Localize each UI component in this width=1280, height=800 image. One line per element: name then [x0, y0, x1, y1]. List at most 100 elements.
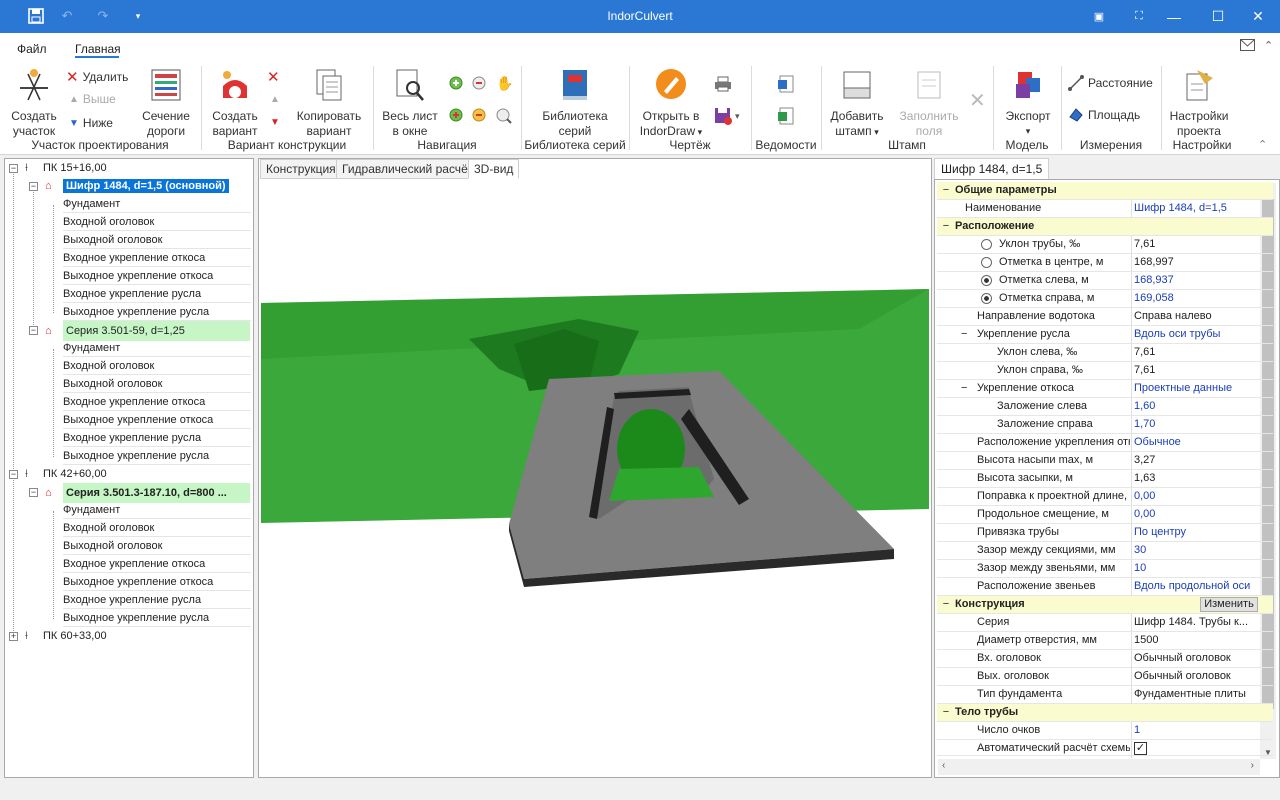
minimize-button[interactable]: — [1152, 0, 1196, 33]
prop-row[interactable]: Тип фундамента Фундаментные плиты [937, 686, 1273, 704]
ribbon-expand-icon[interactable]: ⌃ [1264, 39, 1273, 52]
prop-row[interactable]: Уклон трубы, ‰ 7,61 [937, 236, 1273, 254]
prop-row[interactable]: Отметка в центре, м 168,997 [937, 254, 1273, 272]
prop-row[interactable]: Направление водотока Справа налево [937, 308, 1273, 326]
tree-variant-1[interactable]: ⌂ Шифр 1484, d=1,5 (основной) [45, 177, 229, 195]
collapse-toggle[interactable]: − [9, 470, 18, 479]
tab-construction[interactable]: Конструкция [260, 159, 342, 179]
prop-row[interactable]: − Укрепление русла Вдоль оси трубы [937, 326, 1273, 344]
radio-icon[interactable] [981, 239, 992, 250]
tree-variant-2[interactable]: ⌂ Серия 3.501-59, d=1,25 [45, 321, 250, 341]
tree-child[interactable]: Входной оголовок [63, 357, 251, 375]
prop-row[interactable]: Высота засыпки, м 1,63 [937, 470, 1273, 488]
move-down-button[interactable]: ▼ Ниже [69, 116, 113, 130]
print-icon[interactable] [714, 76, 732, 95]
move-up-button[interactable]: ▲ Выше [69, 92, 116, 106]
tab-properties[interactable]: Шифр 1484, d=1,5 [934, 158, 1050, 179]
prop-row[interactable]: Высота насыпи max, м 3,27 [937, 452, 1273, 470]
category-construction[interactable]: − Конструкция Изменить [937, 596, 1273, 614]
collapse-toggle[interactable]: − [29, 488, 38, 497]
expand-toggle[interactable]: + [9, 632, 18, 641]
prop-row[interactable]: Вх. оголовок Обычный оголовок [937, 650, 1273, 668]
prop-row[interactable]: Зазор между секциями, мм 30 [937, 542, 1273, 560]
checkbox-checked[interactable]: ✓ [1134, 742, 1147, 755]
tree-station-pk3[interactable]: ⟊ ПК 60+33,00 [25, 627, 107, 645]
copy-variant-button[interactable]: Копировать вариант [292, 68, 366, 139]
prop-row[interactable]: Уклон справа, ‰ 7,61 [937, 362, 1273, 380]
horizontal-scrollbar[interactable]: ‹ › [938, 759, 1260, 775]
delete-variant-button[interactable]: ✕ [267, 68, 280, 86]
prop-row[interactable]: Вых. оголовок Обычный оголовок [937, 668, 1273, 686]
radio-checked-icon[interactable] [981, 275, 992, 286]
delete-section-button[interactable]: ✕ Удалить [66, 68, 128, 86]
variant-up-button[interactable]: ▲ [270, 94, 280, 105]
distance-button[interactable]: Расстояние [1068, 75, 1153, 91]
prop-row[interactable]: Уклон слева, ‰ 7,61 [937, 344, 1273, 362]
tree-child[interactable]: Входное укрепление откоса [63, 555, 251, 573]
zoom-in-icon[interactable] [449, 76, 465, 95]
tree-child[interactable]: Выходное укрепление русла [63, 447, 251, 465]
project-settings-button[interactable]: Настройки проекта [1166, 68, 1232, 139]
zoom-extents-icon[interactable] [449, 108, 465, 127]
collapse-toggle[interactable]: − [29, 182, 38, 191]
pan-hand-icon[interactable]: ✋ [496, 75, 513, 92]
fill-fields-button[interactable]: Заполнить поля [894, 68, 964, 139]
prop-row[interactable]: Отметка справа, м 169,058 [937, 290, 1273, 308]
tree-child[interactable]: Входной оголовок [63, 213, 251, 231]
tab-hydraulic[interactable]: Гидравлический расчёт [336, 159, 480, 179]
create-variant-button[interactable]: Создать вариант [208, 68, 262, 139]
collapse-toggle[interactable]: − [9, 164, 18, 173]
prop-row[interactable]: − Укрепление откоса Проектные данные [937, 380, 1273, 398]
prop-row[interactable]: Диаметр отверстия, мм 1500 [937, 632, 1273, 650]
prop-row[interactable]: Наименование Шифр 1484, d=1,5 [937, 200, 1273, 218]
prop-row[interactable]: Отметка слева, м 168,937 [937, 272, 1273, 290]
tree-child[interactable]: Выходное укрепление русла [63, 609, 251, 627]
help-icon[interactable]: ▣ [1077, 0, 1121, 33]
prop-row[interactable]: Заложение справа 1,70 [937, 416, 1273, 434]
tree-child[interactable]: Входное укрепление русла [63, 591, 251, 609]
tree-child[interactable]: Выходное укрепление откоса [63, 573, 251, 591]
open-indordraw-button[interactable]: Открыть в IndorDraw ▾ [636, 68, 706, 140]
tree-station-pk1[interactable]: ⟊ ПК 15+16,00 [25, 159, 107, 177]
tab-3d-view[interactable]: 3D-вид [468, 159, 520, 179]
tree-child[interactable]: Входное укрепление откоса [63, 249, 251, 267]
category-general[interactable]: − Общие параметры [937, 182, 1273, 200]
radio-checked-icon[interactable] [981, 293, 992, 304]
create-section-button[interactable]: Создать участок [6, 68, 62, 139]
area-button[interactable]: Площадь [1068, 107, 1140, 123]
radio-icon[interactable] [981, 257, 992, 268]
save-drawing-button[interactable]: ▾ [714, 107, 740, 125]
menu-file[interactable]: Файл [17, 42, 47, 56]
tree-child[interactable]: Фундамент [63, 195, 251, 213]
prop-row[interactable]: Зазор между звеньями, мм 10 [937, 560, 1273, 578]
menu-home[interactable]: Главная [75, 42, 121, 56]
statement-word-icon[interactable] [777, 75, 795, 96]
category-location[interactable]: − Расположение [937, 218, 1273, 236]
prop-row[interactable]: Продольное смещение, м 0,00 [937, 506, 1273, 524]
tree-child[interactable]: Выходное укрепление откоса [63, 267, 251, 285]
tree-child[interactable]: Выходной оголовок [63, 375, 251, 393]
series-library-button[interactable]: Библиотека серий [535, 68, 615, 139]
tree-child[interactable]: Выходной оголовок [63, 537, 251, 555]
prop-row[interactable]: Автоматический расчёт схемы ✓ [937, 740, 1273, 758]
tree-child[interactable]: Входной оголовок [63, 519, 251, 537]
statement-excel-icon[interactable] [777, 107, 795, 128]
tree-child[interactable]: Входное укрепление русла [63, 429, 251, 447]
tree-station-pk2[interactable]: ⟊ ПК 42+60,00 [25, 465, 107, 483]
zoom-window-icon[interactable] [496, 108, 512, 127]
tree-child[interactable]: Входное укрепление русла [63, 285, 251, 303]
category-pipe-body[interactable]: − Тело трубы [937, 704, 1273, 722]
add-stamp-button[interactable]: Добавить штамп ▾ [826, 68, 888, 140]
export-button[interactable]: Экспорт ▾ [1000, 68, 1056, 139]
tree-child[interactable]: Входное укрепление откоса [63, 393, 251, 411]
tree-child[interactable]: Фундамент [63, 339, 251, 357]
remove-stamp-icon[interactable]: ✕ [969, 88, 986, 113]
tree-child[interactable]: Выходной оголовок [63, 231, 251, 249]
prop-row[interactable]: Число очков 1 [937, 722, 1273, 740]
prop-row[interactable]: Расположение звеньев Вдоль продольной оси [937, 578, 1273, 596]
tree-variant-3[interactable]: ⌂ Серия 3.501.3-187.10, d=800 ... [45, 483, 250, 503]
mail-icon[interactable] [1240, 39, 1255, 51]
zoom-previous-icon[interactable] [472, 108, 488, 127]
collapse-ribbon-icon[interactable]: ⌃ [1258, 138, 1267, 151]
prop-row[interactable]: Расположение укрепления отк Обычное [937, 434, 1273, 452]
